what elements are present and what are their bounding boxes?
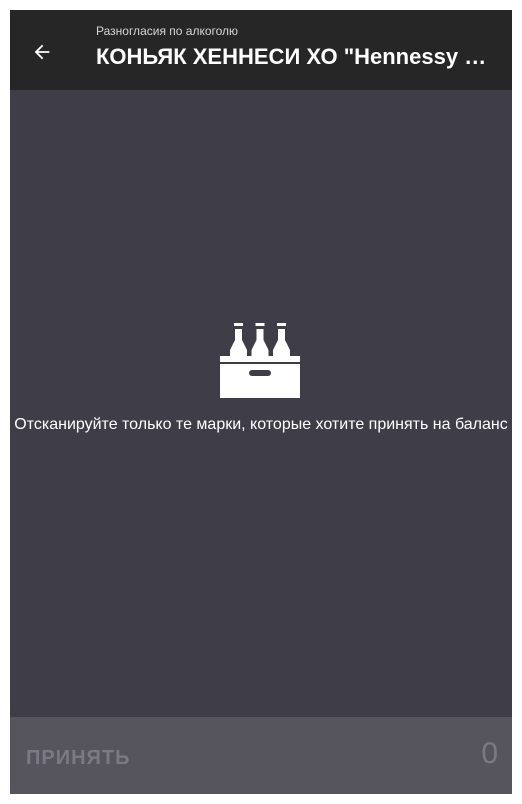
scanned-count: 0 <box>481 737 498 770</box>
bottle-crate-icon <box>220 323 300 398</box>
accept-button[interactable]: ПРИНЯТЬ <box>26 741 131 775</box>
arrow-back-icon <box>34 44 50 60</box>
scan-instruction-text: Отсканируйте только те марки, которые хо… <box>14 416 508 433</box>
bottom-bar: ПРИНЯТЬ 0 <box>10 717 512 794</box>
app-bar-subtitle: Разногласия по алкоголю <box>96 24 239 38</box>
screen: Разногласия по алкоголю КОНЬЯК ХЕННЕСИ Х… <box>10 10 512 794</box>
app-bar: Разногласия по алкоголю КОНЬЯК ХЕННЕСИ Х… <box>10 10 512 90</box>
back-button[interactable] <box>22 32 62 72</box>
app-bar-title: КОНЬЯК ХЕННЕСИ ХО "Hennessy XO" <box>96 44 496 69</box>
